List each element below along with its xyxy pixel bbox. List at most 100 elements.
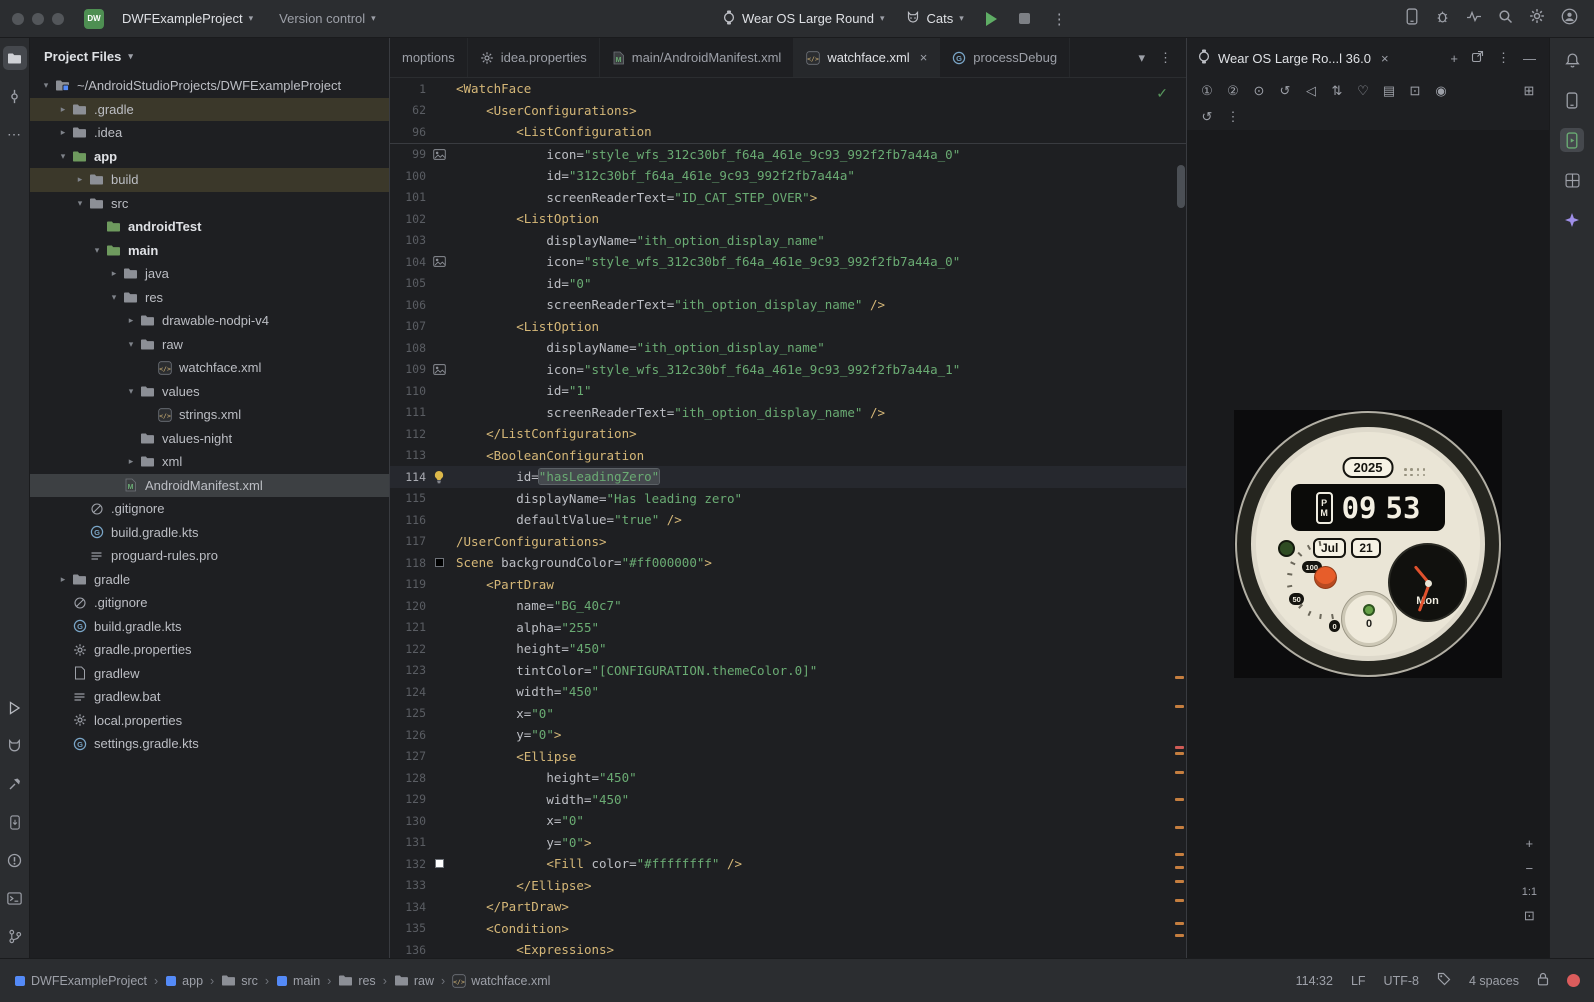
run-configuration-selector[interactable]: Cats ▾ <box>898 7 971 31</box>
zoom-in-button[interactable]: + <box>1526 836 1534 851</box>
warning-stripe-mark[interactable] <box>1175 853 1184 856</box>
code-line[interactable]: 132 <Fill color="#ffffffff" /> <box>390 853 1186 875</box>
code-line[interactable]: 101 screenReaderText="ID_CAT_STEP_OVER"> <box>390 187 1186 209</box>
reset-view-icon[interactable]: ↺ <box>1195 105 1219 129</box>
code-line[interactable]: 130 x="0" <box>390 810 1186 832</box>
vcs-widget[interactable]: Version control ▾ <box>271 7 384 30</box>
tree-item--gitignore[interactable]: .gitignore <box>30 591 389 615</box>
code-line[interactable]: 104 icon="style_wfs_312c30bf_f64a_461e_9… <box>390 251 1186 273</box>
warning-stripe-mark[interactable] <box>1175 899 1184 902</box>
tree-item-build-gradle-kts[interactable]: Gbuild.gradle.kts <box>30 521 389 545</box>
more-options-icon[interactable]: ⋮ <box>1221 105 1245 129</box>
code-line[interactable]: 102 <ListOption <box>390 208 1186 230</box>
search-everywhere-button[interactable] <box>1498 9 1513 29</box>
more-run-actions-button[interactable]: ⋮ <box>1044 6 1075 32</box>
tab-main-androidmanifest-xml[interactable]: Mmain/AndroidManifest.xml <box>600 38 795 77</box>
lock-icon[interactable] <box>1537 972 1549 989</box>
chevron-right-icon[interactable]: ▸ <box>123 456 139 467</box>
tree-item--gitignore[interactable]: .gitignore <box>30 497 389 521</box>
tab-idea-properties[interactable]: idea.properties <box>468 38 600 77</box>
wear-button-2-icon[interactable]: ② <box>1221 79 1245 103</box>
tag-icon[interactable] <box>1437 972 1451 989</box>
tree-item-watchface-xml[interactable]: </> watchface.xml <box>30 356 389 380</box>
chevron-down-icon[interactable]: ▾ <box>72 198 88 209</box>
chevron-down-icon[interactable]: ▾ <box>123 386 139 397</box>
fit-screen-button[interactable]: ⊡ <box>1524 908 1535 924</box>
color-swatch-black[interactable] <box>434 558 444 568</box>
chevron-right-icon[interactable]: ▸ <box>106 268 122 279</box>
code-line[interactable]: 114 id="hasLeadingZero" <box>390 466 1186 488</box>
terminal-tool-icon[interactable] <box>3 886 27 910</box>
code-line[interactable]: 106 screenReaderText="ith_option_display… <box>390 294 1186 316</box>
tree-item-build[interactable]: ▸ build <box>30 168 389 192</box>
overlays-icon[interactable]: ▤ <box>1377 79 1401 103</box>
close-tab-icon[interactable]: × <box>920 50 928 65</box>
code-line[interactable]: 116 defaultValue="true" /> <box>390 509 1186 531</box>
chevron-right-icon[interactable]: ▸ <box>55 127 71 138</box>
chevron-down-icon[interactable]: ▾ <box>38 80 54 91</box>
project-tool-icon[interactable] <box>2 46 27 70</box>
project-switcher[interactable]: DWFExampleProject ▾ <box>114 7 261 30</box>
open-in-window-icon[interactable] <box>1468 50 1487 66</box>
code-line[interactable]: 107 <ListOption <box>390 316 1186 338</box>
kebab-icon[interactable]: ⋮ <box>1494 50 1513 66</box>
device-manager-icon[interactable] <box>1560 88 1584 112</box>
tree-item-gradle-properties[interactable]: gradle.properties <box>30 638 389 662</box>
tree-item-build-gradle-kts[interactable]: Gbuild.gradle.kts <box>30 615 389 639</box>
code-line[interactable]: 129 width="450" <box>390 789 1186 811</box>
breadcrumb-item[interactable]: raw <box>394 974 434 988</box>
code-line[interactable]: 120 name="BG_40c7" <box>390 595 1186 617</box>
warning-stripe-mark[interactable] <box>1175 798 1184 801</box>
tree-item-settings-gradle-kts[interactable]: Gsettings.gradle.kts <box>30 732 389 756</box>
tree-item--androidstudioprojects-dwfexampleproject[interactable]: ▾ ~/AndroidStudioProjects/DWFExampleProje… <box>30 74 389 98</box>
code-line[interactable]: 128 height="450" <box>390 767 1186 789</box>
code-line[interactable]: 134 </PartDraw> <box>390 896 1186 918</box>
file-encoding[interactable]: UTF-8 <box>1384 974 1419 988</box>
code-line[interactable]: 126 y="0"> <box>390 724 1186 746</box>
warning-stripe-mark[interactable] <box>1175 676 1184 679</box>
add-device-button[interactable]: + <box>1447 51 1461 66</box>
error-indicator[interactable] <box>1567 974 1580 987</box>
build-tool-icon[interactable] <box>3 772 27 796</box>
run-tool-icon[interactable] <box>3 696 27 720</box>
breadcrumb-item[interactable]: DWFExampleProject <box>14 974 147 988</box>
device-manager-button[interactable] <box>1405 7 1419 30</box>
layout-inspector-icon[interactable] <box>1560 168 1584 192</box>
device-explorer-tool-icon[interactable] <box>3 810 27 834</box>
tree-item-res[interactable]: ▾ res <box>30 286 389 310</box>
project-panel-header[interactable]: Project Files ▾ <box>30 38 389 74</box>
chevron-down-icon[interactable]: ▾ <box>55 151 71 162</box>
maximize-window-icon[interactable] <box>52 12 64 25</box>
sticky-line[interactable]: 1 <WatchFace <box>390 78 1186 100</box>
warning-stripe-mark[interactable] <box>1175 705 1184 708</box>
code-line[interactable]: 111 screenReaderText="ith_option_display… <box>390 402 1186 424</box>
tree-item-drawable-nodpi-v4[interactable]: ▸ drawable-nodpi-v4 <box>30 309 389 333</box>
tree-item-main[interactable]: ▾ main <box>30 239 389 263</box>
logcat-tool-icon[interactable] <box>3 734 27 758</box>
code-line[interactable]: 127 <Ellipse <box>390 746 1186 768</box>
breadcrumb-item[interactable]: src <box>221 974 258 988</box>
tree-item-gradlew[interactable]: gradlew <box>30 662 389 686</box>
settings-button[interactable] <box>1529 8 1545 29</box>
zoom-out-button[interactable]: − <box>1526 861 1534 876</box>
device-display-area[interactable]: 2025 PM 09 53 Jul 21 Mon 100 50 0 0 + − … <box>1187 130 1549 958</box>
warning-stripe-mark[interactable] <box>1175 771 1184 774</box>
chevron-right-icon[interactable]: ▸ <box>55 104 71 115</box>
code-line[interactable]: 115 displayName="Has leading zero" <box>390 488 1186 510</box>
tree-item-java[interactable]: ▸ java <box>30 262 389 286</box>
chevron-down-icon[interactable]: ▾ <box>123 339 139 350</box>
inspection-ok-icon[interactable]: ✓ <box>1156 85 1168 102</box>
tree-item-gradle[interactable]: ▸ gradle <box>30 568 389 592</box>
chevron-right-icon[interactable]: ▸ <box>72 174 88 185</box>
tree-item-xml[interactable]: ▸ xml <box>30 450 389 474</box>
editor-scrollbar[interactable] <box>1177 165 1185 208</box>
code-line[interactable]: 105 id="0" <box>390 273 1186 295</box>
version-control-tool-icon[interactable] <box>3 924 27 948</box>
close-window-icon[interactable] <box>12 12 24 25</box>
kebab-icon[interactable]: ⋮ <box>1159 50 1172 66</box>
tree-item-local-properties[interactable]: local.properties <box>30 709 389 733</box>
commit-tool-icon[interactable] <box>3 84 27 108</box>
run-button[interactable] <box>978 8 1005 30</box>
profiler-button[interactable] <box>1466 10 1482 28</box>
screenshot-icon[interactable]: ⊞ <box>1517 79 1541 103</box>
